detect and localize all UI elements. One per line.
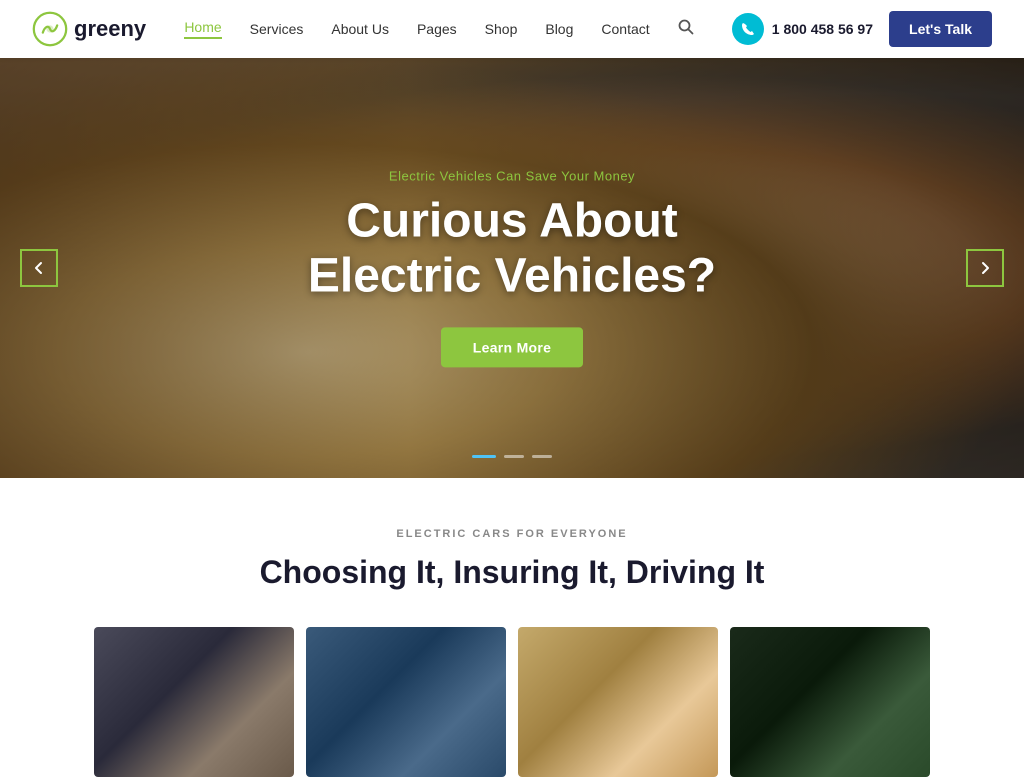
phone-icon	[732, 13, 764, 45]
learn-more-button[interactable]: Learn More	[441, 328, 583, 368]
nav-services[interactable]: Services	[250, 21, 304, 37]
card-1	[94, 627, 294, 777]
features-section: ELECTRIC CARS FOR EVERYONE Choosing It, …	[0, 478, 1024, 777]
section-eyebrow: ELECTRIC CARS FOR EVERYONE	[40, 528, 984, 540]
cards-row	[40, 627, 984, 777]
search-icon[interactable]	[678, 19, 694, 40]
card-3-image	[518, 627, 718, 777]
card-2	[306, 627, 506, 777]
main-nav: Home Services About Us Pages Shop Blog C…	[184, 19, 693, 40]
hero-prev-arrow[interactable]	[20, 249, 58, 287]
dot-3[interactable]	[532, 455, 552, 458]
logo-link[interactable]: greeny	[32, 11, 146, 47]
hero-title-line1: Curious About	[346, 194, 678, 247]
nav-pages[interactable]: Pages	[417, 21, 457, 37]
section-title: Choosing It, Insuring It, Driving It	[40, 554, 984, 591]
card-4	[730, 627, 930, 777]
nav-about[interactable]: About Us	[331, 21, 389, 37]
logo-icon	[32, 11, 68, 47]
hero-content: Electric Vehicles Can Save Your Money Cu…	[212, 168, 812, 367]
header-right: 1 800 458 56 97 Let's Talk	[732, 11, 992, 47]
card-1-image	[94, 627, 294, 777]
card-3	[518, 627, 718, 777]
hero-dots	[472, 455, 552, 458]
hero-title-line2: Electric Vehicles?	[308, 250, 716, 303]
card-4-image	[730, 627, 930, 777]
header: greeny Home Services About Us Pages Shop…	[0, 0, 1024, 58]
hero-eyebrow: Electric Vehicles Can Save Your Money	[212, 168, 812, 183]
hero-title: Curious About Electric Vehicles?	[212, 193, 812, 303]
nav-home[interactable]: Home	[184, 19, 221, 39]
dot-2[interactable]	[504, 455, 524, 458]
phone-number: 1 800 458 56 97	[772, 21, 873, 37]
nav-shop[interactable]: Shop	[485, 21, 518, 37]
hero-section: Electric Vehicles Can Save Your Money Cu…	[0, 58, 1024, 478]
dot-1[interactable]	[472, 455, 496, 458]
logo-text: greeny	[74, 16, 146, 42]
card-2-image	[306, 627, 506, 777]
nav-contact[interactable]: Contact	[601, 21, 649, 37]
lets-talk-button[interactable]: Let's Talk	[889, 11, 992, 47]
phone-area: 1 800 458 56 97	[732, 13, 873, 45]
hero-next-arrow[interactable]	[966, 249, 1004, 287]
nav-blog[interactable]: Blog	[545, 21, 573, 37]
